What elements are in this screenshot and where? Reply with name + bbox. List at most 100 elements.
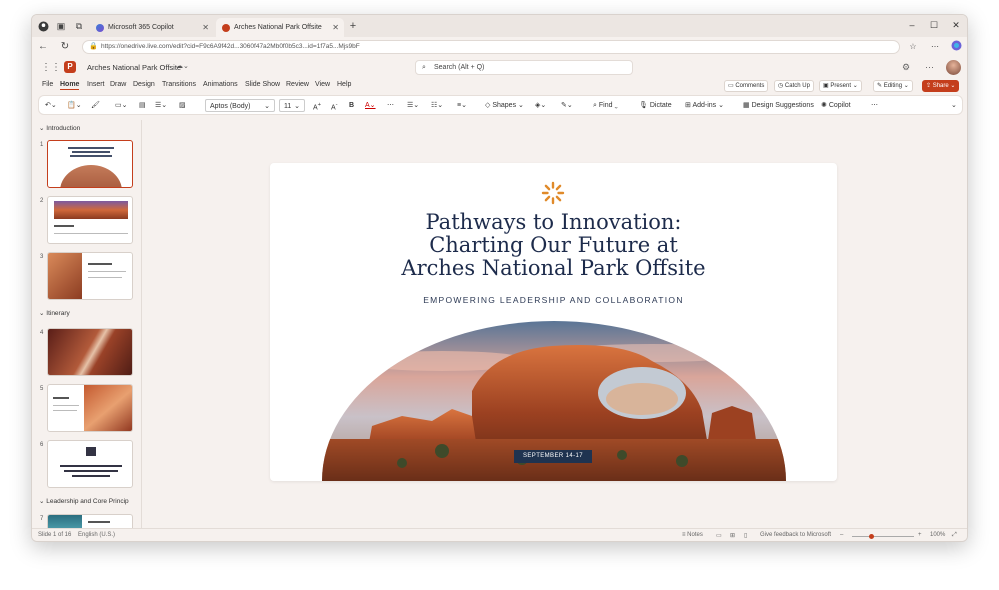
section-icon[interactable]: ☰⌄ <box>155 99 167 112</box>
addins-button[interactable]: ⊞ Add-ins ⌄ <box>685 99 724 112</box>
normal-view-icon[interactable]: ▭ <box>716 532 722 539</box>
increase-font-icon[interactable]: A+ <box>313 99 321 112</box>
comments-button[interactable]: ▭ Comments <box>724 80 769 92</box>
tab-copilot[interactable]: Microsoft 365 Copilot ✕ <box>90 18 214 37</box>
zoom-slider-thumb[interactable] <box>869 534 874 539</box>
avatar[interactable] <box>946 60 961 75</box>
designer-button[interactable]: ▦ Design Suggestions <box>743 99 814 112</box>
new-tab-button[interactable]: + <box>346 19 360 33</box>
shape-outline-icon[interactable]: ✎⌄ <box>561 99 573 112</box>
new-slide-icon[interactable]: ▭⌄ <box>115 99 127 112</box>
sorter-view-icon[interactable]: ⊞ <box>730 532 735 539</box>
close-tab-icon[interactable]: ✕ <box>332 23 339 32</box>
menu-insert[interactable]: Insert <box>87 81 105 88</box>
minimize-icon[interactable]: – <box>905 20 919 30</box>
shape-fill-icon[interactable]: ◈⌄ <box>535 99 546 112</box>
picture-icon[interactable]: ▨ <box>179 99 186 112</box>
slide-thumbnail-7[interactable] <box>47 514 133 528</box>
menu-design[interactable]: Design <box>133 81 155 88</box>
favorites-icon[interactable]: ☆ <box>906 40 920 54</box>
ribbon-expand-icon[interactable]: ⌄ <box>951 99 957 112</box>
thumb-quote-line <box>64 470 118 472</box>
menu-home[interactable]: Home <box>60 81 80 90</box>
slide-thumbnail-3[interactable] <box>47 252 133 300</box>
menu-help[interactable]: Help <box>337 81 351 88</box>
close-window-icon[interactable]: ✕ <box>949 20 963 31</box>
section-introduction[interactable]: ⌄ Introduction <box>39 124 80 132</box>
copilot-icon[interactable] <box>949 40 963 54</box>
menu-animations[interactable]: Animations <box>203 81 238 88</box>
close-tab-icon[interactable]: ✕ <box>202 23 209 32</box>
more-font-options-icon[interactable]: ⋯ <box>387 99 394 112</box>
zoom-slider[interactable] <box>852 536 914 537</box>
refresh-icon[interactable]: ↻ <box>58 40 72 54</box>
cloud-save-icon[interactable]: ☁⌄ <box>176 62 189 70</box>
notes-label: Notes <box>687 532 703 538</box>
maximize-icon[interactable]: ☐ <box>927 20 941 31</box>
more-icon[interactable]: ⋯ <box>928 40 942 54</box>
catch-up-button[interactable]: ◷ Catch Up <box>774 80 814 92</box>
menu-review[interactable]: Review <box>286 81 309 88</box>
menu-file[interactable]: File <box>42 81 53 88</box>
find-button[interactable]: ⌕ Find ⌄ <box>593 99 618 112</box>
slide-number: 1 <box>40 142 44 148</box>
document-title[interactable]: Arches National Park Offsite <box>87 63 181 72</box>
undo-icon[interactable]: ↶⌄ <box>45 99 57 112</box>
thumb-text-line <box>53 405 79 406</box>
slide-canvas[interactable]: Pathways to Innovation: Charting Our Fut… <box>270 163 837 481</box>
bold-icon[interactable]: B <box>349 99 354 112</box>
title-line: Pathways to Innovation: <box>425 210 682 234</box>
fit-slide-icon[interactable]: ⤢ <box>952 532 957 539</box>
menu-draw[interactable]: Draw <box>110 81 126 88</box>
url-input[interactable]: 🔒 https://onedrive.live.com/edit?cid=F9c… <box>82 40 900 54</box>
language-status[interactable]: English (U.S.) <box>78 532 115 538</box>
zoom-in-icon[interactable]: + <box>918 532 922 538</box>
align-icon[interactable]: ≡⌄ <box>457 99 467 112</box>
settings-icon[interactable]: ⚙ <box>902 62 910 73</box>
zoom-level[interactable]: 100% <box>930 532 945 538</box>
slide-thumbnail-1[interactable] <box>47 140 133 188</box>
format-painter-icon[interactable]: 🖌 <box>91 99 100 112</box>
paste-icon[interactable]: 📋⌄ <box>67 99 82 112</box>
section-itinerary[interactable]: ⌄ Itinerary <box>39 309 70 317</box>
workspaces-icon[interactable]: ▣ <box>54 19 68 33</box>
zoom-out-icon[interactable]: – <box>840 532 843 538</box>
slide-thumbnail-6[interactable] <box>47 440 133 488</box>
profile-icon[interactable] <box>36 19 50 33</box>
editing-label: Editing <box>883 83 903 89</box>
tab-arches[interactable]: Arches National Park Offsite ✕ <box>216 18 344 37</box>
menu-view[interactable]: View <box>315 81 330 88</box>
slide-number: 7 <box>40 516 44 522</box>
shapes-button[interactable]: ◇ Shapes ⌄ <box>485 99 524 112</box>
slide-thumbnail-2[interactable] <box>47 196 133 244</box>
tab-actions-icon[interactable]: ⧉ <box>72 19 86 33</box>
more-options-icon[interactable]: ⋯ <box>925 62 934 73</box>
slide-thumbnail-4[interactable] <box>47 328 133 376</box>
notes-button[interactable]: ≡ Notes <box>682 532 703 538</box>
copilot-button[interactable]: ✺ Copilot <box>821 99 851 112</box>
numbering-icon[interactable]: ☷⌄ <box>431 99 443 112</box>
share-button[interactable]: ⇪ Share ⌄ <box>922 80 960 92</box>
font-name-select[interactable]: Aptos (Body) ⌄ <box>205 99 275 112</box>
layout-icon[interactable]: ▤ <box>139 99 146 112</box>
more-ribbon-icon[interactable]: ⋯ <box>871 99 878 112</box>
section-leadership[interactable]: ⌄ Leadership and Core Princip <box>39 497 129 505</box>
feedback-link[interactable]: Give feedback to Microsoft <box>760 532 831 538</box>
bullets-icon[interactable]: ☰⌄ <box>407 99 419 112</box>
menu-slide-show[interactable]: Slide Show <box>245 81 280 88</box>
reading-view-icon[interactable]: ▯ <box>744 532 747 539</box>
font-size-select[interactable]: 11 ⌄ <box>279 99 305 112</box>
editing-button[interactable]: ✎ Editing ⌄ <box>873 80 913 92</box>
dictate-button[interactable]: 🎙 Dictate <box>639 99 672 112</box>
present-button[interactable]: ▣ Present ⌄ <box>819 80 862 92</box>
menu-transitions[interactable]: Transitions <box>162 81 196 88</box>
pane-divider[interactable] <box>141 120 142 528</box>
search-box[interactable]: ⌕ Search (Alt + Q) <box>415 60 633 75</box>
font-color-icon[interactable]: A⌄ <box>365 99 376 112</box>
slide-thumbnail-5[interactable] <box>47 384 133 432</box>
back-icon[interactable]: ← <box>36 40 50 54</box>
app-launcher-icon[interactable]: ⋮⋮ <box>41 62 61 73</box>
decrease-font-icon[interactable]: A- <box>331 99 338 112</box>
section-label: Itinerary <box>46 310 70 317</box>
font-size-value: 11 <box>284 103 292 110</box>
